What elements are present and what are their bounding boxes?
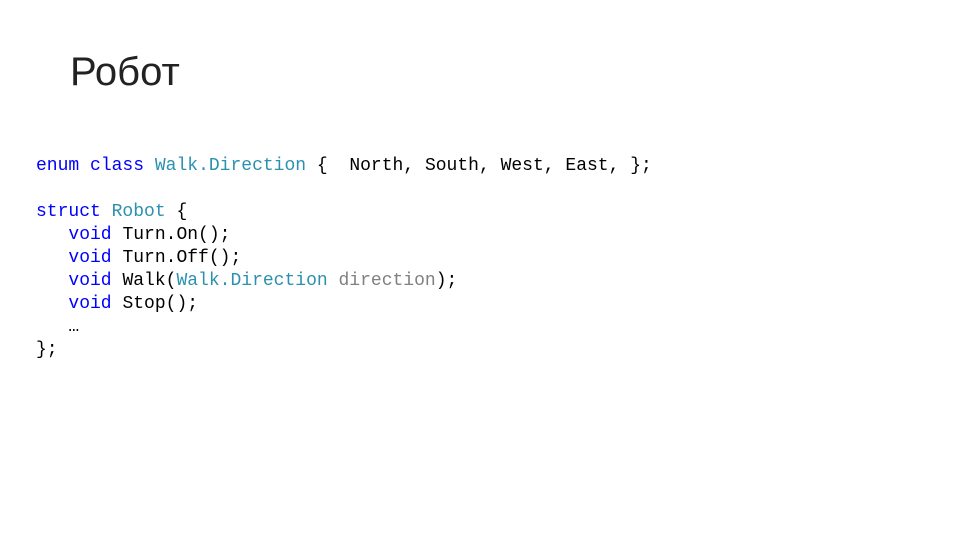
code-line-1: enum class Walk.Direction { North, South… — [36, 156, 652, 176]
keyword-void: void — [68, 271, 111, 291]
brace-open: { — [166, 202, 188, 222]
keyword-class: class — [90, 156, 144, 176]
brace-open: { — [306, 156, 349, 176]
brace-close: }; — [619, 156, 651, 176]
slide: Робот enum class Walk.Direction { North,… — [0, 0, 960, 540]
code-line-5: void Turn.Off(); — [36, 248, 241, 268]
comma: , — [403, 156, 425, 176]
struct-close: }; — [36, 340, 58, 360]
code-line-6: void Walk(Walk.Direction direction); — [36, 271, 457, 291]
fn-walk-close: ); — [436, 271, 458, 291]
keyword-void: void — [68, 294, 111, 314]
indent — [36, 317, 68, 337]
enum-east: East — [565, 156, 608, 176]
enum-south: South — [425, 156, 479, 176]
fn-stop: Stop(); — [122, 294, 198, 314]
keyword-struct: struct — [36, 202, 101, 222]
code-block: enum class Walk.Direction { North, South… — [36, 155, 652, 362]
code-line-7: void Stop(); — [36, 294, 198, 314]
indent — [36, 271, 68, 291]
fn-turnon: Turn.On(); — [122, 225, 230, 245]
code-line-4: void Turn.On(); — [36, 225, 230, 245]
keyword-enum: enum — [36, 156, 79, 176]
indent — [36, 294, 68, 314]
ellipsis: … — [68, 317, 79, 337]
fn-walk-open: Walk( — [122, 271, 176, 291]
keyword-void: void — [68, 225, 111, 245]
comma: , — [544, 156, 566, 176]
enum-west: West — [501, 156, 544, 176]
comma: , — [609, 156, 620, 176]
code-line-8: … — [36, 317, 79, 337]
argtype-walkdirection: Walk.Direction — [176, 271, 327, 291]
slide-title: Робот — [70, 50, 180, 95]
enum-north: North — [349, 156, 403, 176]
type-walkdirection: Walk.Direction — [155, 156, 306, 176]
comma: , — [479, 156, 501, 176]
indent — [36, 225, 68, 245]
code-line-3: struct Robot { — [36, 202, 187, 222]
code-line-9: }; — [36, 340, 58, 360]
argname-direction: direction — [328, 271, 436, 291]
type-robot: Robot — [112, 202, 166, 222]
indent — [36, 248, 68, 268]
fn-turnoff: Turn.Off(); — [122, 248, 241, 268]
keyword-void: void — [68, 248, 111, 268]
